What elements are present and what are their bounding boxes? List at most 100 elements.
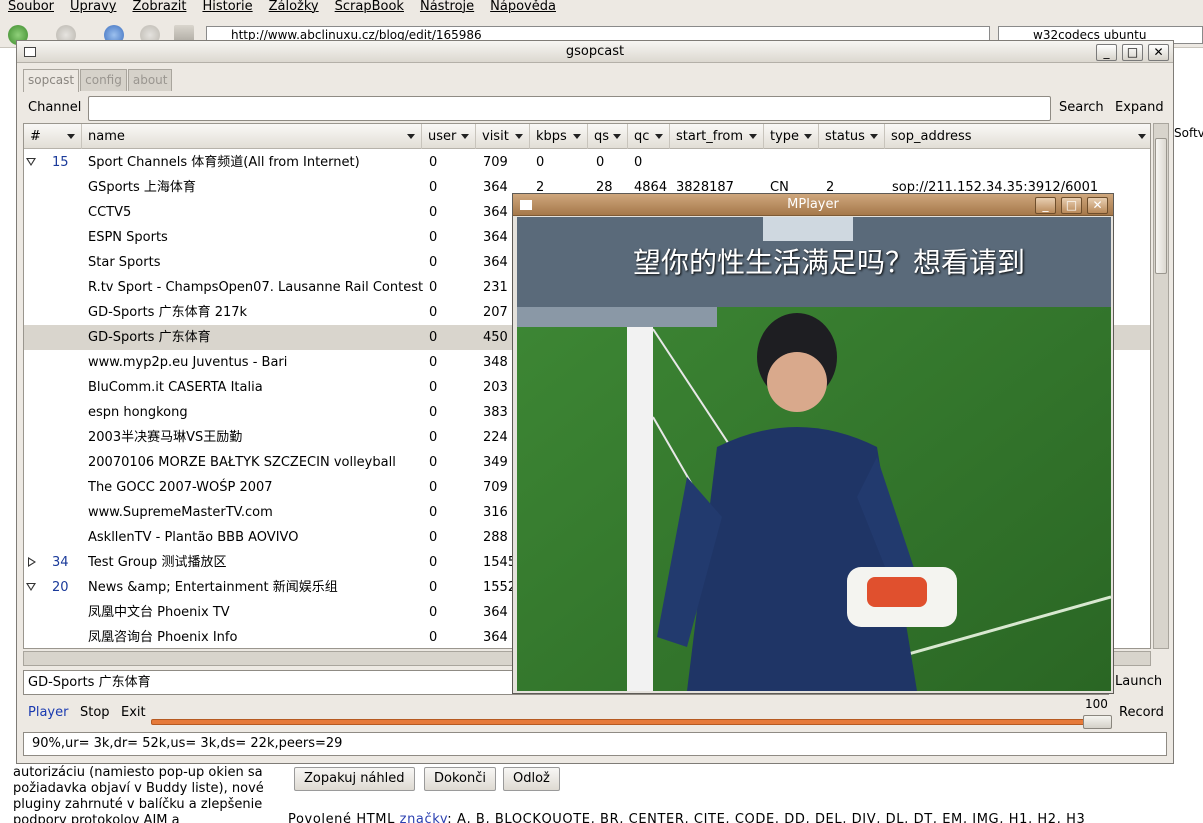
- cell-num: 34: [52, 555, 69, 570]
- menu-zalozky[interactable]: Záložky: [261, 0, 327, 22]
- sort-arrow-icon: [515, 134, 523, 139]
- vertical-scrollbar[interactable]: [1153, 123, 1169, 649]
- player-button[interactable]: Player: [28, 705, 68, 720]
- cell-name: www.myp2p.eu Juventus - Bari: [88, 355, 288, 370]
- cell-name: R.tv Sport - ChampsOpen07. Lausanne Rail…: [88, 280, 424, 295]
- column-header-status[interactable]: status: [819, 124, 885, 149]
- expand-button[interactable]: Expand: [1115, 100, 1164, 115]
- table-row[interactable]: 15 Sport Channels 体育频道(All from Internet)…: [24, 150, 1150, 175]
- launch-button[interactable]: Launch: [1115, 674, 1162, 689]
- close-icon[interactable]: ✕: [1087, 197, 1108, 214]
- maximize-icon[interactable]: □: [1061, 197, 1082, 214]
- cell-visit: 207: [483, 305, 508, 320]
- cell-user: 0: [429, 605, 438, 620]
- mplayer-window: MPlayer _ □ ✕ 望你的性生活满足吗？想看请到: [512, 193, 1114, 694]
- channel-input[interactable]: [88, 96, 1051, 121]
- menu-soubor[interactable]: Soubor: [0, 0, 62, 22]
- cell-user: 0: [429, 230, 438, 245]
- cell-visit: 203: [483, 380, 508, 395]
- menu-nastroje[interactable]: Nástroje: [412, 0, 482, 22]
- cell-visit: 316: [483, 505, 508, 520]
- menu-napoveda[interactable]: Nápověda: [482, 0, 564, 22]
- column-header-start-from[interactable]: start_from: [670, 124, 764, 149]
- cell-user: 0: [429, 380, 438, 395]
- cell-user: 0: [429, 305, 438, 320]
- cell-name: ESPN Sports: [88, 230, 168, 245]
- sidebar-text: Softv: [1174, 126, 1203, 140]
- minimize-icon[interactable]: _: [1096, 44, 1117, 61]
- cell-user: 0: [429, 180, 438, 195]
- preview-button[interactable]: Zopakuj náhled: [294, 767, 415, 791]
- channel-label: Channel: [28, 100, 82, 115]
- column-type-label: type: [770, 129, 800, 144]
- table-header: # name user visit kbps qs qc start_from …: [24, 124, 1150, 149]
- column-header-sop-address[interactable]: sop_address: [885, 124, 1150, 149]
- expander-open-icon[interactable]: [26, 583, 36, 591]
- cell-visit: 364: [483, 205, 508, 220]
- search-button[interactable]: Search: [1059, 100, 1104, 115]
- cell-user: 0: [429, 455, 438, 470]
- video-picture: [517, 217, 1111, 691]
- cell-visit: 348: [483, 355, 508, 370]
- column-header-kbps[interactable]: kbps: [530, 124, 588, 149]
- gsopcast-titlebar[interactable]: gsopcast _ □ ✕: [17, 41, 1173, 63]
- cell-user: 0: [429, 530, 438, 545]
- menu-zobrazit[interactable]: Zobrazit: [124, 0, 194, 22]
- video-frame[interactable]: 望你的性生活满足吗？想看请到: [517, 217, 1111, 691]
- column-status-label: status: [825, 129, 865, 144]
- tab-config[interactable]: config: [80, 69, 127, 91]
- minimize-icon[interactable]: _: [1035, 197, 1056, 214]
- exit-button[interactable]: Exit: [121, 705, 146, 720]
- cell-name: GD-Sports 广东体育: [88, 330, 211, 345]
- volume-slider-handle[interactable]: [1083, 715, 1112, 729]
- column-header-type[interactable]: type: [764, 124, 819, 149]
- store-button[interactable]: Odlož: [503, 767, 560, 791]
- menu-historie[interactable]: Historie: [194, 0, 260, 22]
- column-header-visit[interactable]: visit: [476, 124, 530, 149]
- volume-slider[interactable]: [151, 719, 1111, 725]
- column-header-qc[interactable]: qc: [628, 124, 670, 149]
- cell-visit: 364: [483, 605, 508, 620]
- stop-button[interactable]: Stop: [80, 705, 110, 720]
- sort-arrow-icon: [461, 134, 469, 139]
- column-header-num[interactable]: #: [24, 124, 82, 149]
- cell-visit: 450: [483, 330, 508, 345]
- sort-arrow-icon: [1138, 134, 1146, 139]
- column-num-label: #: [30, 129, 41, 144]
- column-header-qs[interactable]: qs: [588, 124, 628, 149]
- cell-name: 2003半决赛马琳VS王励勤: [88, 430, 243, 445]
- gsopcast-title: gsopcast: [565, 44, 625, 59]
- cell-name: News &amp; Entertainment 新闻娱乐组: [88, 580, 338, 595]
- cell-name: CCTV5: [88, 205, 132, 220]
- close-icon[interactable]: ✕: [1148, 44, 1169, 61]
- menu-scrapbook[interactable]: ScrapBook: [327, 0, 412, 22]
- sort-arrow-icon: [407, 134, 415, 139]
- cell-name: Test Group 测试播放区: [88, 555, 227, 570]
- sort-arrow-icon: [749, 134, 757, 139]
- maximize-icon[interactable]: □: [1122, 44, 1143, 61]
- column-header-user[interactable]: user: [422, 124, 476, 149]
- column-visit-label: visit: [482, 129, 509, 144]
- tab-about[interactable]: about: [127, 69, 173, 91]
- cell-visit: 364: [483, 630, 508, 645]
- expander-open-icon[interactable]: [26, 158, 36, 166]
- finish-button[interactable]: Dokonči: [424, 767, 496, 791]
- cell-visit: 383: [483, 405, 508, 420]
- cell-visit: 709: [483, 155, 508, 170]
- tab-sopcast[interactable]: sopcast: [23, 69, 80, 92]
- tags-link[interactable]: značky: [400, 812, 448, 823]
- expander-closed-icon[interactable]: [28, 557, 36, 567]
- sort-arrow-icon: [573, 134, 581, 139]
- sort-arrow-icon: [655, 134, 663, 139]
- cell-visit: 288: [483, 530, 508, 545]
- mplayer-titlebar[interactable]: MPlayer _ □ ✕: [513, 194, 1113, 216]
- cell-name: GD-Sports 广东体育 217k: [88, 305, 248, 320]
- scrollbar-thumb[interactable]: [1155, 138, 1167, 274]
- status-bar: 90%,ur= 3k,dr= 52k,us= 3k,ds= 22k,peers=…: [23, 732, 1167, 756]
- cell-visit: 364: [483, 255, 508, 270]
- menu-upravy[interactable]: Úpravy: [62, 0, 124, 22]
- column-qs-label: qs: [594, 129, 610, 144]
- record-button[interactable]: Record: [1119, 705, 1164, 720]
- column-header-name[interactable]: name: [82, 124, 422, 149]
- cell-user: 0: [429, 580, 438, 595]
